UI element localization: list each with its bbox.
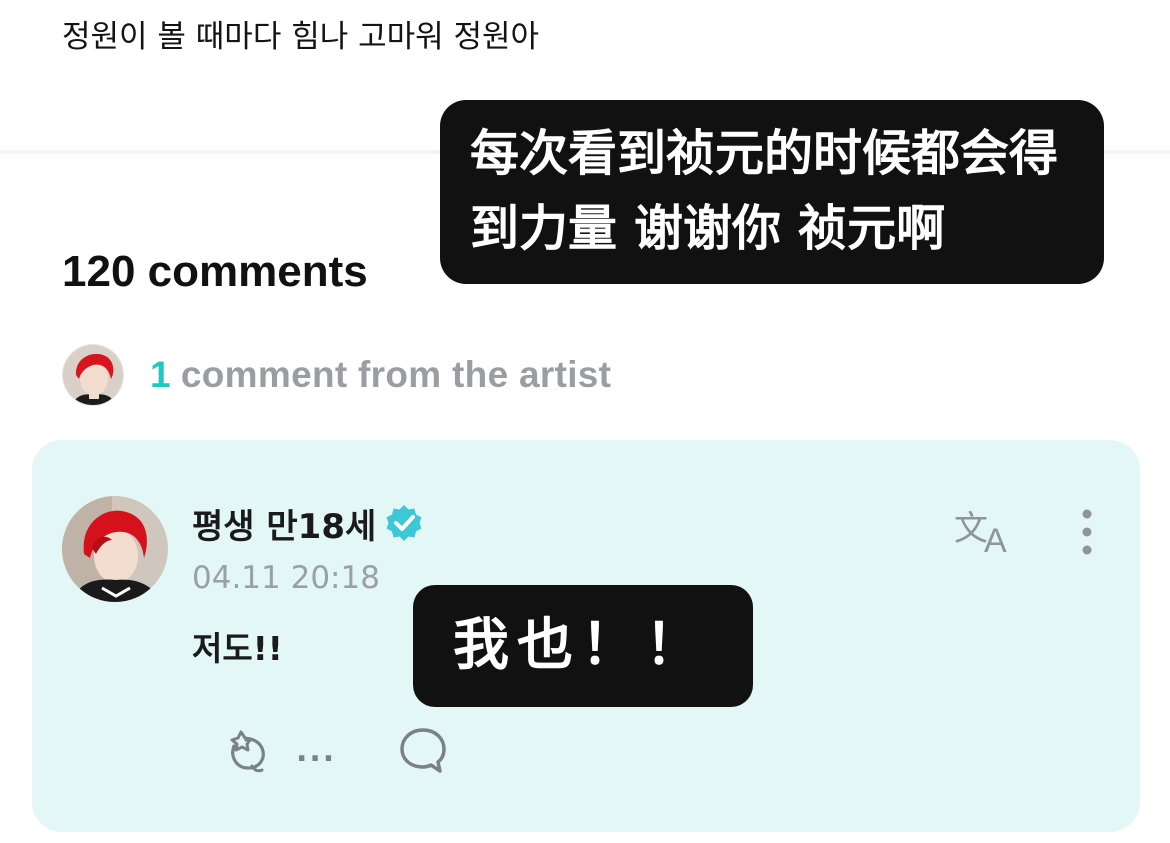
comments-count: 120 comments [62,247,368,296]
artist-comments-link[interactable]: 1 comment from the artist [62,344,611,406]
svg-text:文: 文 [954,509,988,549]
comment-timestamp: 04.11 20:18 [192,560,380,596]
like-count: ... [296,734,337,769]
caption-overlay-top: 每次看到祯元的时候都会得到力量 谢谢你 祯元啊 [440,100,1104,284]
more-vertical-icon[interactable] [1072,504,1102,564]
verified-badge-icon [386,505,422,541]
artist-comment-count: 1 [150,354,171,395]
post-text: 정원이 볼 때마다 힘나 고마워 정원아 [62,19,540,55]
artist-avatar-icon [62,344,124,406]
reply-bubble-icon[interactable] [396,724,450,778]
author-name[interactable]: 평생 만18세 [192,499,376,548]
svg-text:A: A [984,522,1007,558]
translate-icon[interactable]: 文 A [954,504,1020,560]
artist-comment-label: comment from the artist [180,354,612,395]
like-icon[interactable] [220,726,276,776]
caption-overlay-mid: 我也！！ [413,585,753,707]
author-avatar-icon[interactable] [62,496,168,602]
comment-body: 저도!! [192,629,283,668]
